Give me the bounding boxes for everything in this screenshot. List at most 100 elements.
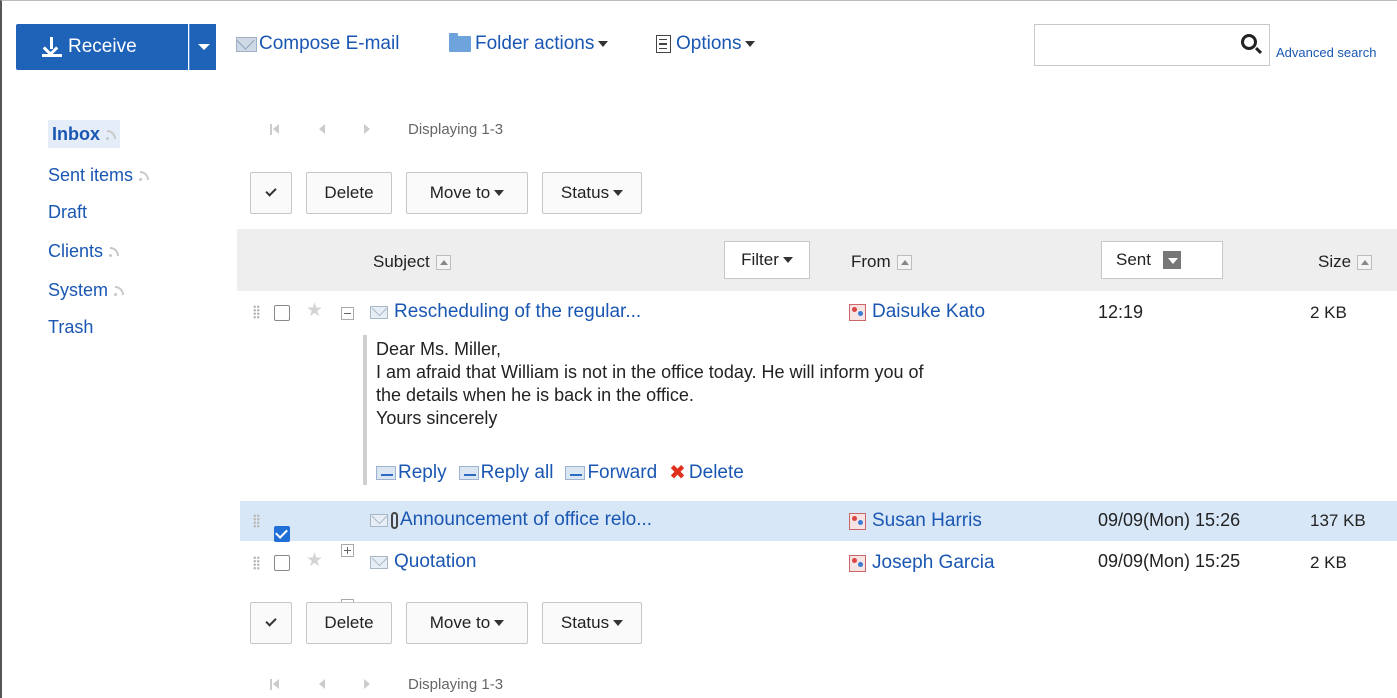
sidebar-item-label: System xyxy=(48,279,109,300)
forward-link[interactable]: Forward xyxy=(565,462,657,484)
drag-handle-icon[interactable] xyxy=(253,514,260,528)
forward-label: Forward xyxy=(587,461,658,483)
sidebar-item-inbox[interactable]: Inbox xyxy=(48,120,120,148)
message-size: 137 KB xyxy=(1310,511,1366,530)
message-subject[interactable]: Quotation xyxy=(370,551,476,573)
receive-dropdown-button[interactable] xyxy=(189,24,216,70)
advanced-search-link[interactable]: Advanced search xyxy=(1276,45,1376,60)
message-size: 2 KB xyxy=(1310,303,1347,322)
sort-ascending-icon[interactable] xyxy=(1357,254,1373,270)
sidebar-item-label: Clients xyxy=(48,240,104,261)
column-subject[interactable]: Subject xyxy=(373,252,451,272)
move-to-label: Move to xyxy=(429,183,491,202)
message-preview: Dear Ms. Miller, I am afraid that Willia… xyxy=(376,338,924,430)
folder-icon xyxy=(449,33,471,52)
options-label: Options xyxy=(676,33,742,54)
message-sender[interactable]: Joseph Garcia xyxy=(849,552,995,574)
receive-button[interactable]: Receive xyxy=(16,24,188,70)
compose-email-link[interactable]: Compose E-mail xyxy=(236,33,399,55)
move-to-button[interactable]: Move to xyxy=(406,172,528,214)
prev-page-icon[interactable] xyxy=(316,124,326,135)
sidebar-item-clients[interactable]: Clients xyxy=(48,237,120,265)
rss-icon xyxy=(106,129,116,140)
message-size: 2 KB xyxy=(1310,553,1347,572)
check-icon xyxy=(265,185,277,197)
next-page-icon[interactable] xyxy=(362,124,372,135)
message-sender[interactable]: Susan Harris xyxy=(849,510,982,532)
delete-button[interactable]: Delete xyxy=(306,602,392,644)
options-menu[interactable]: Options xyxy=(656,33,756,55)
filter-label: Filter xyxy=(741,250,779,269)
drag-handle-icon[interactable] xyxy=(253,305,260,319)
sidebar-item-trash[interactable]: Trash xyxy=(48,313,93,341)
delete-link[interactable]: ✖ Delete xyxy=(669,460,744,485)
filter-button[interactable]: Filter xyxy=(724,241,810,279)
move-to-button[interactable]: Move to xyxy=(406,602,528,644)
sidebar-item-system[interactable]: System xyxy=(48,276,125,304)
compose-label: Compose E-mail xyxy=(259,33,400,54)
status-button[interactable]: Status xyxy=(542,172,642,214)
star-icon[interactable]: ★ xyxy=(306,301,323,320)
forward-icon xyxy=(565,465,586,480)
column-from[interactable]: From xyxy=(851,252,912,272)
pager-top: Displaying 1-3 xyxy=(270,121,503,138)
delete-label: Delete xyxy=(324,613,374,632)
folder-actions-label: Folder actions xyxy=(475,33,595,54)
sidebar-item-sent-items[interactable]: Sent items xyxy=(48,161,150,189)
delete-label: Delete xyxy=(688,461,744,483)
star-icon[interactable]: ★ xyxy=(306,551,323,570)
row-checkbox[interactable] xyxy=(274,305,290,321)
download-icon xyxy=(42,37,62,57)
caret-down-icon xyxy=(782,257,793,263)
sidebar-item-label: Sent items xyxy=(48,164,134,185)
preview-line: Dear Ms. Miller, xyxy=(376,339,502,359)
search-input[interactable] xyxy=(1034,24,1270,66)
search-icon[interactable] xyxy=(1241,34,1257,50)
select-all-button[interactable] xyxy=(250,602,292,644)
reply-all-link[interactable]: Reply all xyxy=(458,462,553,484)
subject-text: Rescheduling of the regular... xyxy=(394,301,642,322)
select-all-button[interactable] xyxy=(250,172,292,214)
expand-icon[interactable] xyxy=(341,544,354,557)
pager-text: Displaying 1-3 xyxy=(408,121,504,138)
column-subject-label: Subject xyxy=(373,252,430,271)
preview-actions: Reply Reply all Forward ✖ Delete xyxy=(376,460,744,485)
message-subject[interactable]: Announcement of office relo... xyxy=(370,509,652,531)
message-subject[interactable]: Rescheduling of the regular... xyxy=(370,301,641,323)
rss-icon xyxy=(114,285,125,296)
delete-button[interactable]: Delete xyxy=(306,172,392,214)
sort-descending-icon[interactable] xyxy=(1162,251,1181,269)
sort-ascending-icon[interactable] xyxy=(435,254,451,270)
delete-label: Delete xyxy=(324,183,374,202)
preview-line: I am afraid that William is not in the o… xyxy=(376,362,924,382)
user-icon xyxy=(849,512,866,530)
sort-ascending-icon[interactable] xyxy=(896,254,912,270)
column-size[interactable]: Size xyxy=(1318,252,1373,272)
rss-icon xyxy=(139,170,150,181)
drag-handle-icon[interactable] xyxy=(253,556,260,570)
first-page-icon[interactable] xyxy=(270,124,280,135)
envelope-icon xyxy=(370,305,388,319)
sidebar-item-draft[interactable]: Draft xyxy=(48,198,87,226)
sent-time: 09/09(Mon) 15:25 xyxy=(1098,551,1241,571)
first-page-icon[interactable] xyxy=(270,679,280,690)
reply-link[interactable]: Reply xyxy=(376,462,447,484)
user-icon xyxy=(849,303,866,321)
next-page-icon[interactable] xyxy=(362,679,372,690)
sender-name: Joseph Garcia xyxy=(872,552,995,573)
sent-time: 12:19 xyxy=(1098,302,1144,322)
message-sender[interactable]: Daisuke Kato xyxy=(849,301,985,323)
sidebar-item-label: Trash xyxy=(48,316,94,337)
caret-down-icon xyxy=(613,620,624,626)
folder-actions-menu[interactable]: Folder actions xyxy=(449,33,609,55)
row-checkbox[interactable] xyxy=(274,555,290,571)
collapse-icon[interactable] xyxy=(341,307,354,320)
sender-name: Daisuke Kato xyxy=(872,301,986,322)
prev-page-icon[interactable] xyxy=(316,679,326,690)
preview-line: the details when he is back in the offic… xyxy=(376,385,694,405)
delete-x-icon: ✖ xyxy=(669,462,686,484)
column-sent[interactable]: Sent xyxy=(1101,241,1223,279)
row-checkbox[interactable] xyxy=(274,526,290,542)
pager-text: Displaying 1-3 xyxy=(408,676,504,693)
status-button[interactable]: Status xyxy=(542,602,642,644)
